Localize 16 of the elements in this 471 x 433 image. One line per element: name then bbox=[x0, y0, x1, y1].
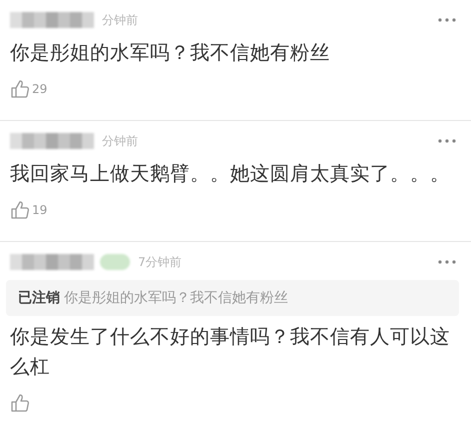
comment-text: 你是彤姐的水军吗？我不信她有粉丝 bbox=[10, 40, 331, 66]
quoted-author: 已注销 bbox=[18, 290, 60, 306]
quoted-text: 你是彤姐的水军吗？我不信她有粉丝 bbox=[64, 290, 288, 306]
comment-text: 你是发生了什么不好的事情吗？我不信有人可以这么杠 bbox=[10, 324, 451, 380]
comment-text: 我回家马上做天鹅臂。。她这圆肩太真实了。。。 bbox=[10, 161, 451, 187]
comment-time: 分钟前 bbox=[102, 132, 138, 150]
thumbs-up-icon[interactable] bbox=[10, 393, 30, 413]
more-icon[interactable] bbox=[437, 18, 457, 22]
thumbs-up-icon[interactable] bbox=[10, 79, 30, 99]
more-icon[interactable] bbox=[437, 139, 457, 143]
like-count: 29 bbox=[32, 82, 48, 96]
thumbs-up-icon[interactable] bbox=[10, 200, 30, 220]
comment-time: 分钟前 bbox=[102, 12, 138, 28]
more-icon[interactable] bbox=[437, 260, 457, 264]
comment-time: 7分钟前 bbox=[138, 254, 182, 270]
like-count: 19 bbox=[32, 203, 48, 217]
